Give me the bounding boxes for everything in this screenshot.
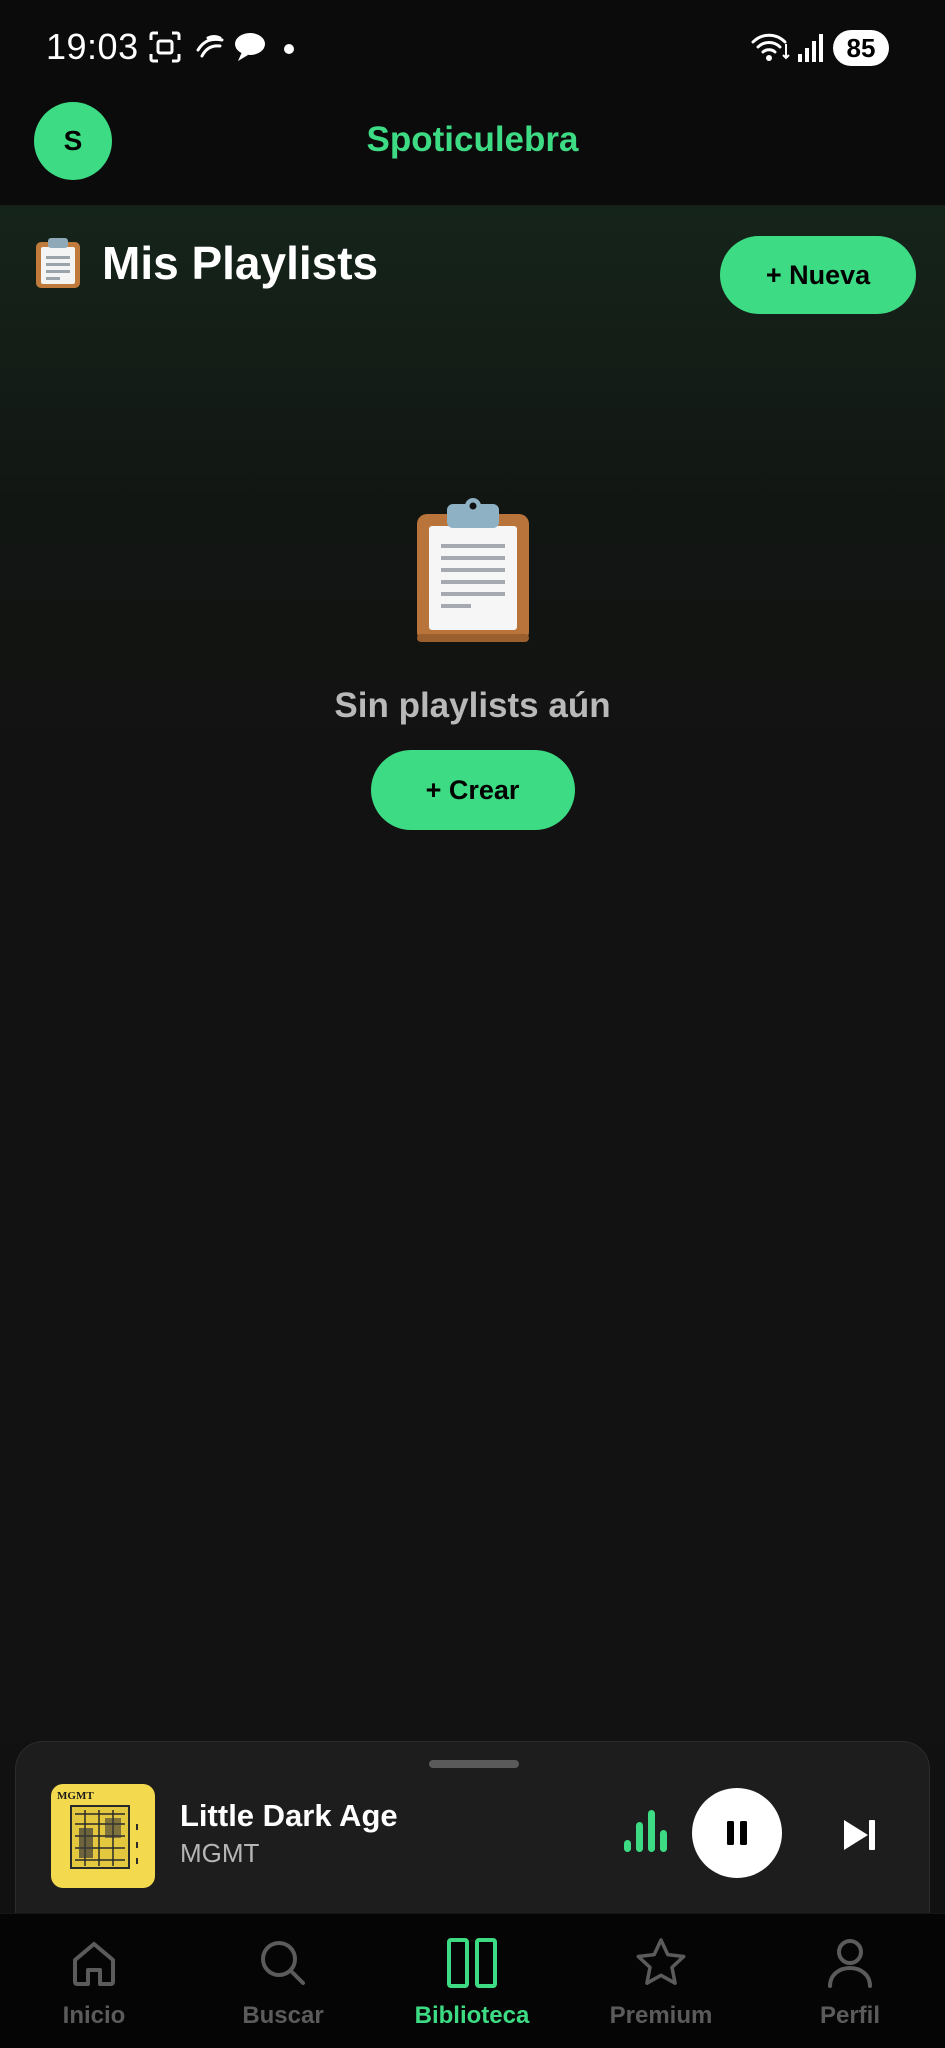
nav-item-inicio[interactable]: Inicio — [14, 1936, 174, 2030]
mini-player[interactable]: MGMT Little Dark Age MGMT — [15, 1741, 930, 1913]
clipboard-icon — [36, 238, 80, 288]
battery-icon: 85 — [833, 30, 889, 66]
signal-icon — [798, 34, 823, 62]
nav-item-premium[interactable]: Premium — [581, 1936, 741, 2030]
nav-label: Buscar — [242, 2002, 324, 2029]
page-title: Mis Playlists — [102, 237, 379, 289]
library-icon — [447, 1938, 497, 1988]
clipboard-icon — [416, 498, 529, 642]
bottom-navigation: Inicio Buscar Biblioteca Premium Perfil — [0, 1913, 945, 2048]
page-header: Mis Playlists — [32, 236, 378, 290]
chat-bubble-icon — [235, 33, 265, 61]
nav-label: Premium — [609, 2002, 713, 2029]
nav-item-buscar[interactable]: Buscar — [203, 1936, 363, 2030]
app-header: S Spoticulebra — [0, 100, 945, 206]
home-icon — [73, 1942, 115, 1986]
empty-message: Sin playlists aún — [334, 686, 611, 725]
album-cover[interactable]: MGMT — [51, 1784, 155, 1888]
equalizer-icon — [624, 1810, 667, 1852]
pause-icon — [727, 1821, 747, 1845]
pause-button[interactable] — [692, 1788, 782, 1878]
track-title: Little Dark Age — [180, 1798, 398, 1833]
album-art-icon — [70, 1805, 138, 1869]
person-icon — [828, 1939, 872, 1988]
wifi-icon — [751, 33, 790, 61]
nav-item-biblioteca[interactable]: Biblioteca — [392, 1936, 552, 2030]
skip-next-icon — [844, 1820, 875, 1850]
nav-label: Perfil — [819, 2002, 881, 2029]
new-playlist-button[interactable]: + Nueva — [720, 236, 916, 314]
star-icon — [636, 1938, 686, 1985]
create-playlist-button[interactable]: + Crear — [370, 750, 575, 830]
app-title: Spoticulebra — [366, 120, 579, 159]
notification-dot — [284, 44, 294, 54]
search-icon — [261, 1941, 305, 1985]
track-artist: MGMT — [180, 1838, 260, 1868]
library-page: Mis Playlists + Nueva Sin playlists aún … — [0, 206, 945, 1742]
next-track-button[interactable] — [834, 1810, 884, 1860]
screenshot-icon — [149, 31, 181, 63]
status-bar: 19:03 85 — [0, 0, 945, 100]
nav-label: Biblioteca — [414, 2002, 530, 2029]
empty-state: Sin playlists aún + Crear — [0, 496, 945, 830]
status-time: 19:03 — [46, 26, 139, 67]
nav-item-perfil[interactable]: Perfil — [770, 1936, 930, 2030]
nav-label: Inicio — [62, 2002, 126, 2029]
fan-icon — [196, 35, 224, 58]
drag-handle[interactable] — [429, 1760, 519, 1768]
